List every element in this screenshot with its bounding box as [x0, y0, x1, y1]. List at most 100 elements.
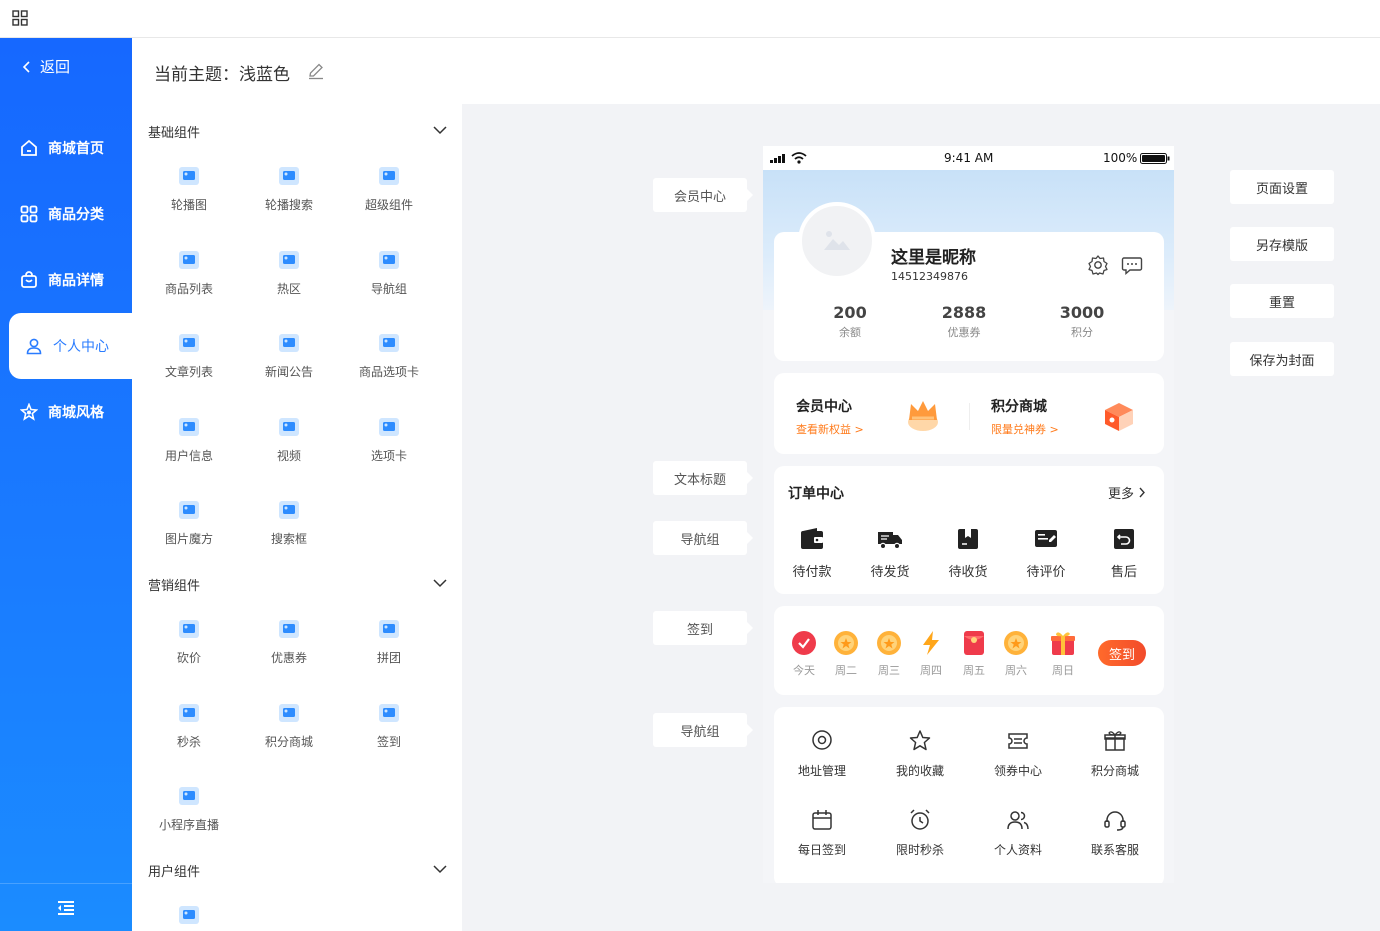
nav-grid-item[interactable]: 我的收藏: [885, 729, 955, 779]
order-item-to-pay[interactable]: 待付款: [782, 526, 842, 580]
palette-item[interactable]: 图片魔方: [139, 498, 239, 558]
palette-item[interactable]: 拼团: [339, 617, 439, 677]
signin-day[interactable]: 周四: [914, 630, 948, 678]
order-item-after-sale[interactable]: 售后: [1094, 526, 1154, 580]
save-as-cover-button[interactable]: 保存为封面: [1230, 342, 1334, 376]
message-bubble-icon[interactable]: [1121, 254, 1143, 276]
stat-balance[interactable]: 200 余额: [800, 303, 900, 340]
signin-day[interactable]: 周六: [999, 630, 1033, 678]
palette-item[interactable]: 用户信息: [139, 415, 239, 475]
side-tag-member[interactable]: 会员中心: [653, 178, 753, 212]
gold-coin-icon: [834, 631, 858, 655]
checkmark-circle-icon: [792, 631, 816, 655]
palette-item[interactable]: 砍价: [139, 617, 239, 677]
sidebar-item-label: 个人中心: [53, 339, 109, 355]
member-center-title[interactable]: 会员中心: [796, 396, 852, 416]
sidebar-item-category[interactable]: 商品分类: [0, 181, 132, 247]
side-tag-text-title[interactable]: 文本标题: [653, 461, 753, 495]
theme-bar: 当前主题：浅蓝色: [132, 38, 1380, 104]
nav-grid-item[interactable]: 领券中心: [983, 729, 1053, 779]
reset-button[interactable]: 重置: [1230, 284, 1334, 318]
avatar[interactable]: [798, 202, 876, 280]
nav-grid-item[interactable]: 积分商城: [1080, 729, 1150, 779]
stat-coupons[interactable]: 2888 优惠券: [914, 303, 1014, 340]
signin-day[interactable]: 今天: [787, 630, 821, 678]
order-more-link[interactable]: 更多: [1108, 483, 1146, 502]
chevron-down-icon: [433, 579, 447, 588]
order-item-to-ship[interactable]: 待发货: [860, 526, 920, 580]
palette-item-label: 新闻公告: [264, 365, 313, 379]
nav-grid-item[interactable]: 每日签到: [787, 808, 857, 858]
signin-day-label: 周六: [1005, 664, 1027, 677]
palette-item-label: 超级组件: [364, 198, 413, 212]
palette-item[interactable]: 超级组件: [339, 164, 439, 224]
signin-button[interactable]: 签到: [1098, 640, 1146, 666]
palette-item[interactable]: 小程序直播: [139, 784, 239, 844]
palette-item[interactable]: 秒杀: [139, 701, 239, 761]
order-item-to-receive[interactable]: 待收货: [938, 526, 998, 580]
battery-percent: 100%: [1103, 151, 1138, 165]
page-settings-button[interactable]: 页面设置: [1230, 170, 1334, 204]
side-tag-nav-group[interactable]: 导航组: [653, 521, 753, 555]
calendar-icon: [812, 810, 832, 830]
palette-item[interactable]: 视频: [239, 415, 339, 475]
group-header-basic[interactable]: 基础组件: [148, 122, 448, 142]
nav-grid-item[interactable]: 个人资料: [983, 808, 1053, 858]
nav-grid-item[interactable]: 联系客服: [1080, 808, 1150, 858]
palette-item[interactable]: 热区: [239, 248, 339, 308]
points-mall-title[interactable]: 积分商城: [991, 396, 1047, 416]
side-tag-nav-group-2[interactable]: 导航组: [653, 713, 753, 747]
order-item-label: 待付款: [792, 565, 832, 580]
sidebar-item-personal-center[interactable]: 个人中心: [9, 313, 132, 379]
signin-day[interactable]: 周日: [1046, 630, 1080, 678]
palette-item[interactable]: 新闻公告: [239, 331, 339, 391]
settings-gear-icon[interactable]: [1087, 254, 1109, 276]
palette-item[interactable]: 签到: [339, 701, 439, 761]
palette-item-label: 搜索框: [270, 532, 307, 546]
member-center-sub[interactable]: 查看新权益 >: [796, 421, 864, 437]
check-in-icon: [379, 703, 399, 722]
palette-item[interactable]: 商品列表: [139, 248, 239, 308]
sidebar-item-product-detail[interactable]: 商品详情: [0, 247, 132, 313]
back-button[interactable]: 返回: [22, 56, 70, 77]
group-header-user[interactable]: 用户组件: [148, 861, 448, 881]
palette-item[interactable]: 轮播搜索: [239, 164, 339, 224]
product-list-icon: [179, 250, 199, 269]
sidebar-item-label: 商城风格: [48, 405, 104, 421]
palette-item[interactable]: 积分商城: [239, 701, 339, 761]
apps-grid-icon[interactable]: [12, 10, 28, 26]
palette-item[interactable]: 商品选项卡: [339, 331, 439, 391]
points-mall-sub[interactable]: 限量兑神券 >: [991, 421, 1059, 437]
stat-label: 优惠券: [947, 326, 981, 339]
sidebar-item-style[interactable]: 商城风格: [0, 379, 132, 445]
nav-grid-item[interactable]: 限时秒杀: [885, 808, 955, 858]
palette-item[interactable]: 搜索框: [239, 498, 339, 558]
signin-day[interactable]: 周三: [872, 630, 906, 678]
palette-item[interactable]: [139, 903, 239, 931]
order-item-label: 待发货: [870, 565, 910, 580]
nav-grid-item[interactable]: 地址管理: [787, 729, 857, 779]
side-tag-signin[interactable]: 签到: [653, 611, 753, 645]
palette-item-label: 导航组: [370, 281, 407, 296]
gold-coin-icon: [877, 631, 901, 655]
signin-day[interactable]: 周二: [829, 630, 863, 678]
palette-item-label: 文章列表: [164, 365, 213, 379]
sidebar-item-home[interactable]: 商城首页: [0, 115, 132, 181]
palette-item[interactable]: 优惠券: [239, 617, 339, 677]
group-header-marketing[interactable]: 营销组件: [148, 575, 448, 595]
stat-label: 余额: [839, 326, 861, 339]
people-icon: [1007, 811, 1029, 830]
palette-item[interactable]: 文章列表: [139, 331, 239, 391]
stat-points[interactable]: 3000 积分: [1032, 303, 1132, 340]
palette-item[interactable]: 轮播图: [139, 164, 239, 224]
signin-day[interactable]: 周五: [957, 630, 991, 678]
wifi-icon: [791, 152, 807, 164]
edit-pencil-icon[interactable]: [307, 62, 325, 80]
order-item-to-review[interactable]: 待评价: [1016, 526, 1076, 580]
palette-item[interactable]: 导航组: [339, 248, 439, 308]
member-divider: [969, 403, 970, 430]
palette-item[interactable]: 选项卡: [339, 415, 439, 475]
save-as-template-button[interactable]: 另存模版: [1230, 227, 1334, 261]
palette-item-label: 图片魔方: [164, 532, 213, 546]
collapse-sidebar-button[interactable]: [0, 883, 132, 931]
